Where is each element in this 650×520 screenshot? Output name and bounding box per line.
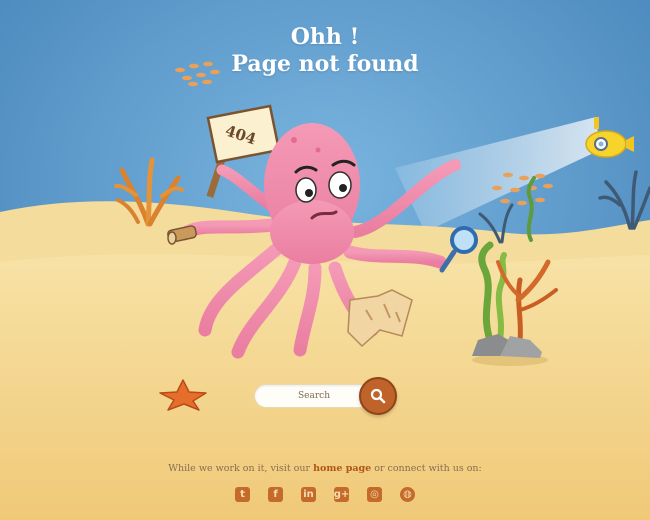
facebook-icon[interactable]: f xyxy=(268,487,283,502)
page-not-found-title: Page not found xyxy=(231,51,419,77)
footer-text-before: While we work on it, visit our xyxy=(168,463,314,474)
google-plus-icon[interactable]: g+ xyxy=(334,487,349,502)
home-page-link[interactable]: home page xyxy=(313,463,371,474)
twitter-icon[interactable]: t xyxy=(235,487,250,502)
social-links: t f in g+ ◎ ◍ xyxy=(235,487,415,502)
heading-exclamation: Ohh ! xyxy=(290,24,360,50)
search-button[interactable] xyxy=(359,377,397,415)
linkedin-icon[interactable]: in xyxy=(301,487,316,502)
underwater-scene: 404 xyxy=(0,0,650,520)
footer-message: While we work on it, visit our home page… xyxy=(0,463,650,474)
footer-text-after: or connect with us on: xyxy=(371,463,482,474)
search-icon xyxy=(370,388,386,404)
search-bar xyxy=(254,377,397,415)
instagram-icon[interactable]: ◎ xyxy=(367,487,382,502)
dribbble-icon[interactable]: ◍ xyxy=(400,487,415,502)
search-input[interactable] xyxy=(254,384,374,408)
